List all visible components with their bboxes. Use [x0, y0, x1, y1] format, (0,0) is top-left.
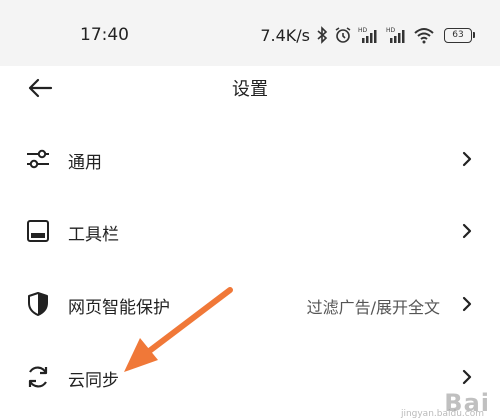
- status-bar: 17:40 7.4K/s HD HD 63: [0, 0, 500, 66]
- settings-row-general[interactable]: 通用: [0, 131, 500, 185]
- sync-icon: [24, 363, 52, 391]
- settings-row-smart-protection[interactable]: 网页智能保护 过滤广告/展开全文: [0, 276, 500, 330]
- signal-hd-icon: HD: [358, 27, 377, 43]
- status-time: 17:40: [80, 25, 129, 45]
- network-speed: 7.4K/s: [260, 25, 310, 45]
- chevron-right-icon: [462, 296, 472, 312]
- wifi-icon: [414, 28, 434, 44]
- settings-row-cloud-sync[interactable]: 云同步: [0, 349, 500, 403]
- svg-text:HD: HD: [386, 27, 396, 34]
- chevron-right-icon: [462, 151, 472, 167]
- settings-row-label: 工具栏: [68, 225, 119, 245]
- page-title: 设置: [232, 79, 268, 100]
- signal-hd-icon: HD: [386, 27, 405, 43]
- watermark-sub: jingyan.baidu.com: [400, 409, 484, 419]
- settings-row-toolbar[interactable]: 工具栏: [0, 203, 500, 257]
- settings-row-label: 通用: [68, 153, 102, 173]
- settings-row-value: 过滤广告/展开全文: [306, 298, 440, 317]
- alarm-icon: [335, 27, 351, 43]
- sliders-icon: [24, 145, 52, 173]
- status-icons: 7.4K/s HD HD 63: [260, 22, 475, 48]
- settings-row-label: 网页智能保护: [68, 298, 170, 318]
- toolbar-icon: [24, 217, 52, 245]
- battery-icon: 63: [444, 27, 475, 43]
- settings-row-label: 云同步: [68, 371, 119, 391]
- chevron-right-icon: [462, 369, 472, 385]
- chevron-right-icon: [462, 223, 472, 239]
- header: 设置: [0, 66, 500, 110]
- svg-text:HD: HD: [358, 27, 368, 34]
- battery-level: 63: [452, 29, 464, 40]
- shield-icon: [24, 290, 52, 318]
- bluetooth-icon: [317, 26, 328, 44]
